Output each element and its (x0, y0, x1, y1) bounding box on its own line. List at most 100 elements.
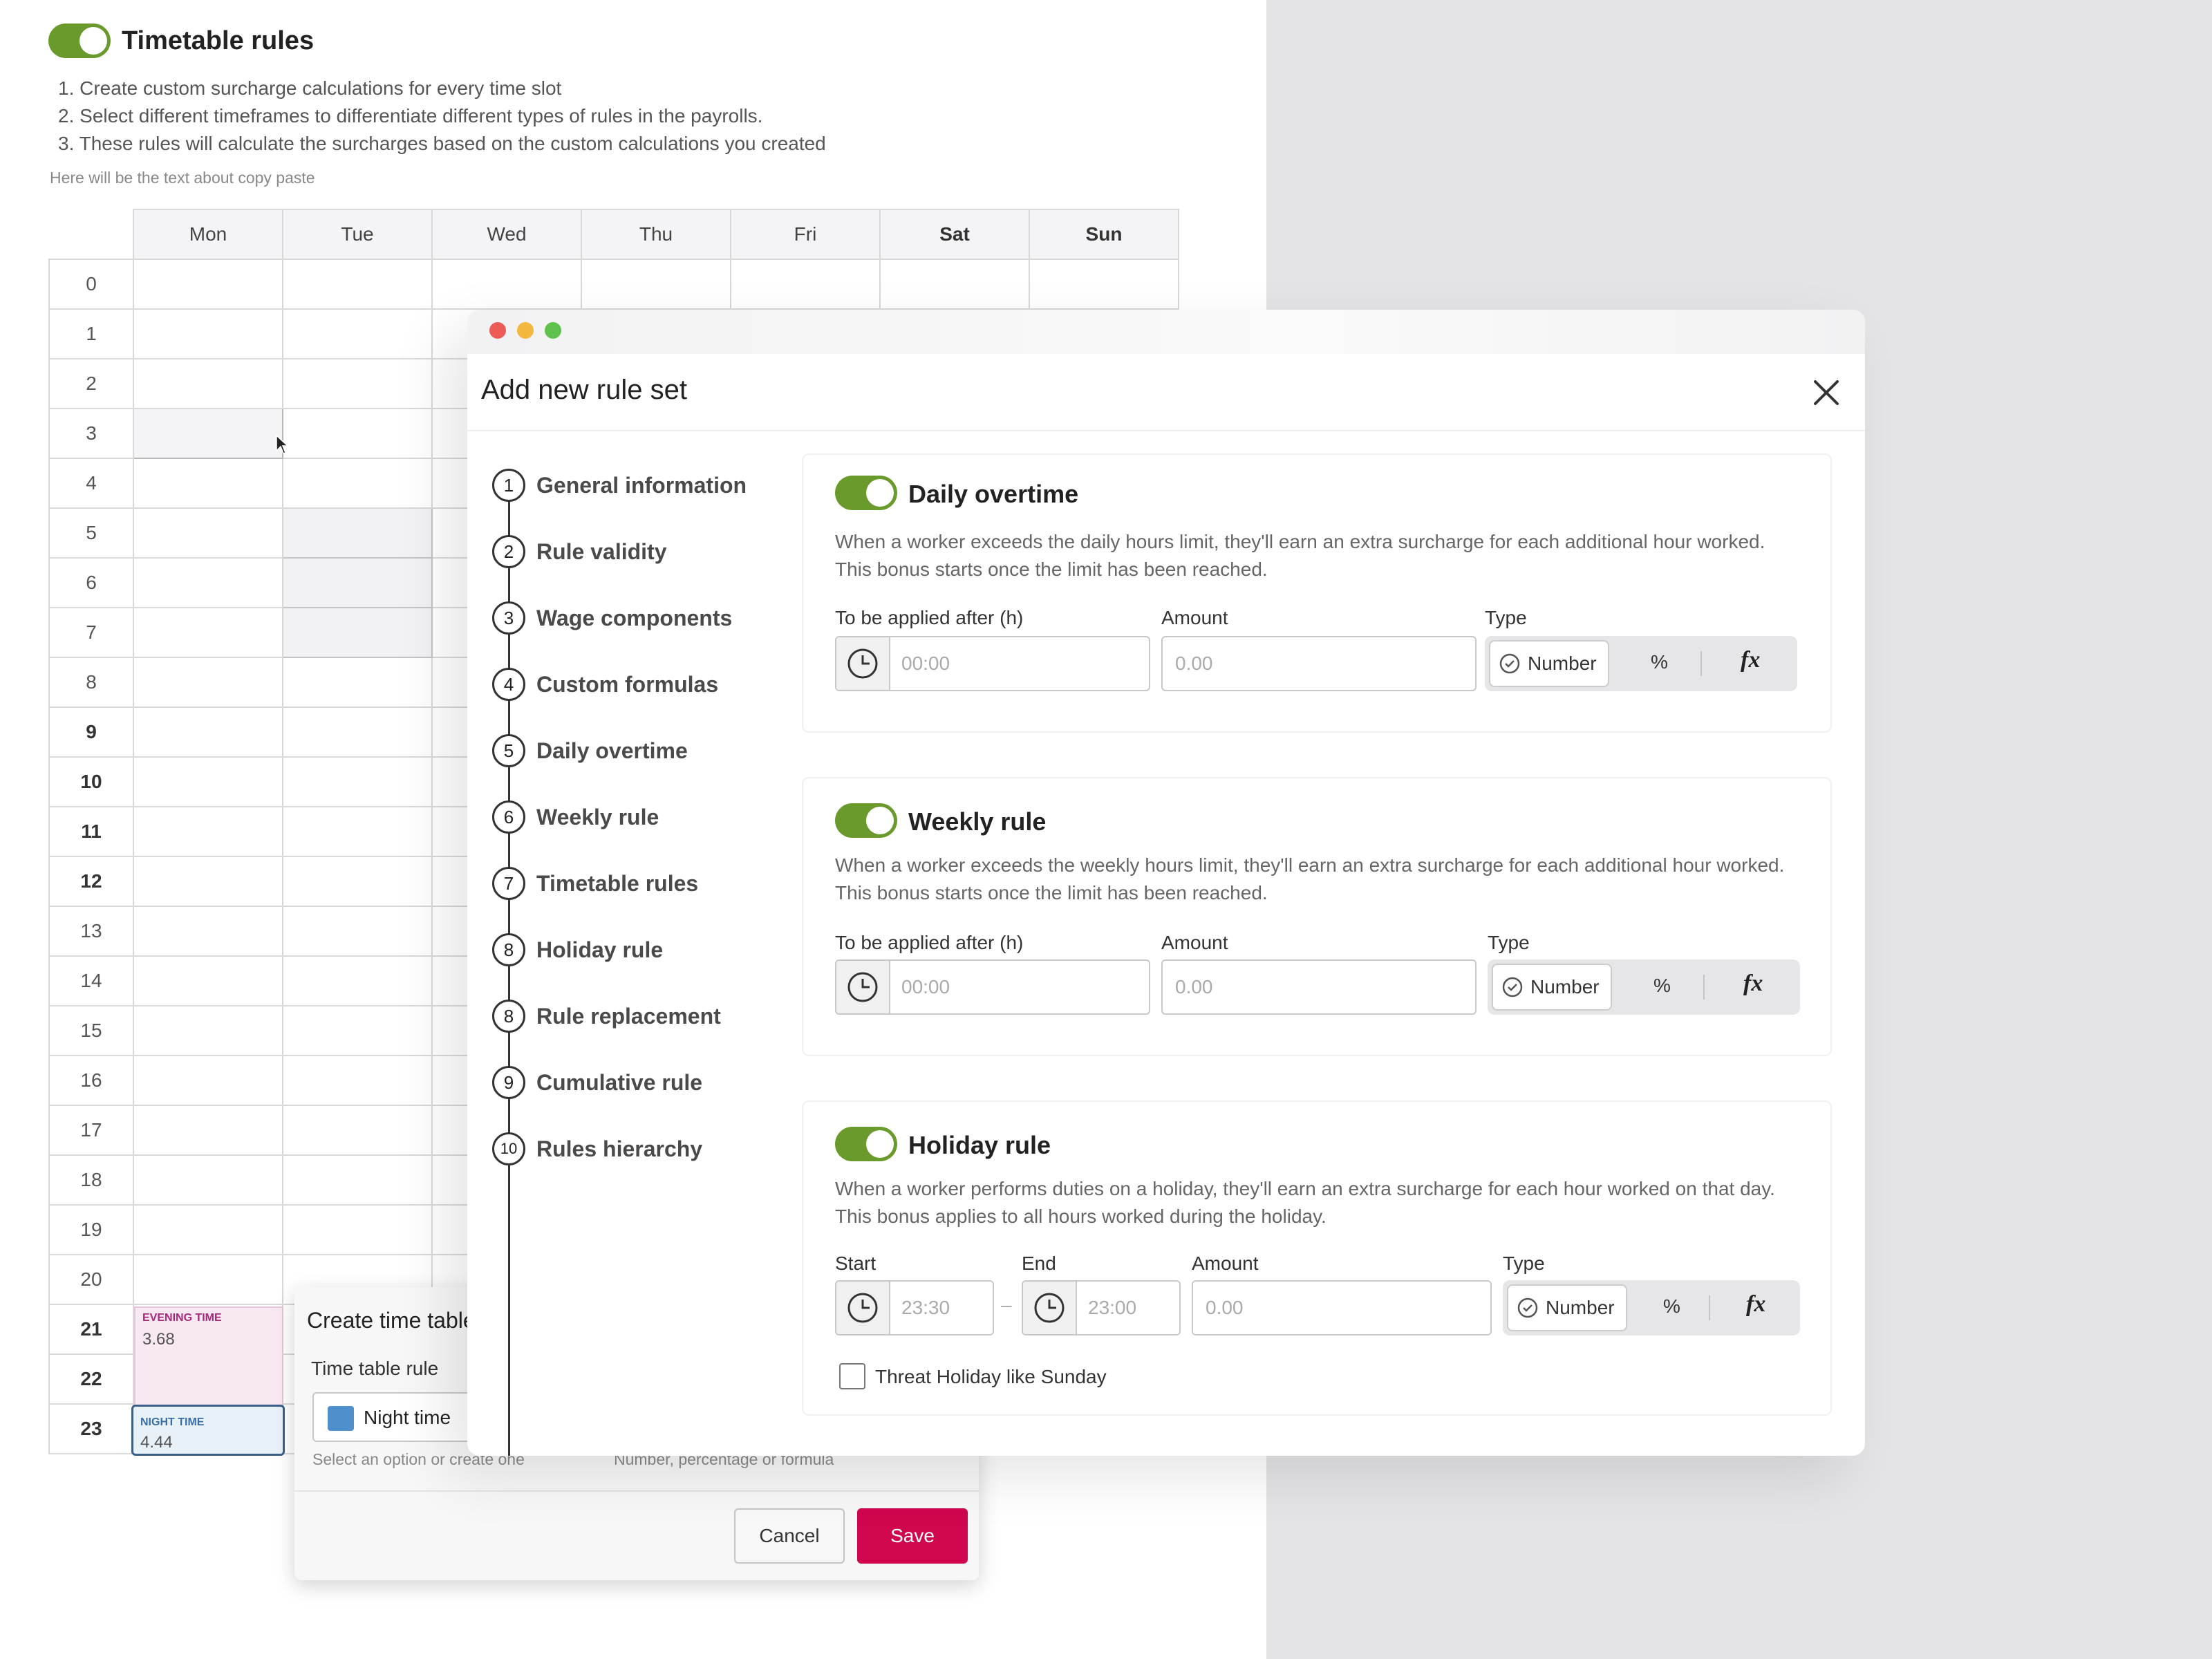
step-item[interactable]: 10 Rules hierarchy (492, 1132, 702, 1165)
type-selector[interactable]: Number % fx (1485, 636, 1797, 691)
type-selector[interactable]: Number % fx (1503, 1280, 1800, 1335)
end-time-input[interactable]: 23:00 (1022, 1280, 1181, 1335)
holiday-sunday-checkbox[interactable] (839, 1363, 865, 1389)
grid-cell[interactable] (282, 259, 433, 310)
grid-cell[interactable] (282, 308, 433, 359)
step-label: General information (536, 472, 747, 498)
grid-cell[interactable] (282, 507, 433, 559)
night-time-block[interactable]: NIGHT TIME 4.44 (131, 1405, 285, 1456)
grid-cell[interactable] (282, 856, 433, 907)
amount-input[interactable]: 0.00 (1161, 636, 1477, 691)
grid-cell[interactable] (133, 856, 283, 907)
grid-cell[interactable] (133, 358, 283, 409)
holiday-rule-toggle[interactable] (835, 1127, 897, 1161)
grid-cell[interactable] (282, 557, 433, 608)
grid-cell[interactable] (133, 1105, 283, 1156)
grid-cell[interactable] (133, 507, 283, 559)
grid-cell[interactable] (133, 1055, 283, 1106)
grid-cell[interactable] (133, 1154, 283, 1206)
evening-time-block[interactable]: EVENING TIME 3.68 (134, 1306, 283, 1406)
block-label: NIGHT TIME (140, 1416, 205, 1428)
step-item[interactable]: 8 Holiday rule (492, 933, 663, 966)
grid-cell[interactable] (133, 906, 283, 957)
type-number-option[interactable]: Number (1492, 964, 1612, 1011)
step-label: Custom formulas (536, 671, 719, 697)
grid-cell[interactable] (282, 408, 433, 459)
step-item[interactable]: 9 Cumulative rule (492, 1066, 702, 1099)
start-label: Start (835, 1253, 877, 1274)
type-percent-option[interactable]: % (1663, 1295, 1680, 1318)
card-description: When a worker exceeds the weekly hours l… (835, 854, 1785, 903)
type-selector[interactable]: Number % fx (1488, 959, 1800, 1015)
window-titlebar (467, 310, 1865, 354)
grid-cell[interactable] (133, 806, 283, 857)
step-item[interactable]: 5 Daily overtime (492, 734, 688, 767)
grid-cell[interactable] (133, 657, 283, 708)
type-percent-option[interactable]: % (1651, 651, 1668, 673)
start-time-input[interactable]: 23:30 (835, 1280, 994, 1335)
minimize-window-dot[interactable] (517, 322, 534, 339)
grid-cell[interactable] (133, 955, 283, 1006)
hour-label: 12 (48, 856, 134, 907)
step-number: 4 (492, 668, 525, 701)
grid-cell[interactable] (133, 557, 283, 608)
step-item[interactable]: 7 Timetable rules (492, 867, 698, 900)
grid-cell[interactable] (282, 955, 433, 1006)
grid-cell[interactable] (282, 657, 433, 708)
grid-cell[interactable] (282, 806, 433, 857)
after-time-input[interactable]: 00:00 (835, 636, 1150, 691)
grid-cell[interactable] (879, 259, 1030, 310)
close-icon[interactable] (1811, 377, 1841, 408)
grid-cell[interactable] (282, 1154, 433, 1206)
grid-cell[interactable] (133, 756, 283, 807)
grid-cell[interactable] (282, 1105, 433, 1156)
grid-cell[interactable] (133, 1005, 283, 1056)
amount-input[interactable]: 0.00 (1161, 959, 1477, 1015)
step-item[interactable]: 6 Weekly rule (492, 800, 659, 834)
grid-cell[interactable] (282, 358, 433, 409)
day-header-wed: Wed (431, 209, 582, 260)
grid-cell[interactable] (1029, 259, 1179, 310)
type-percent-option[interactable]: % (1653, 975, 1671, 997)
grid-cell[interactable] (431, 259, 582, 310)
weekly-rule-toggle[interactable] (835, 803, 897, 838)
type-formula-option[interactable]: fx (1741, 647, 1760, 673)
close-window-dot[interactable] (489, 322, 506, 339)
grid-cell[interactable] (133, 607, 283, 658)
grid-cell[interactable] (133, 408, 283, 459)
grid-cell[interactable] (282, 906, 433, 957)
cancel-button[interactable]: Cancel (734, 1508, 845, 1564)
grid-cell[interactable] (730, 259, 881, 310)
grid-cell[interactable] (133, 706, 283, 758)
grid-cell[interactable] (581, 259, 731, 310)
grid-cell[interactable] (133, 259, 283, 310)
after-time-input[interactable]: 00:00 (835, 959, 1150, 1015)
type-number-option[interactable]: Number (1489, 640, 1609, 687)
grid-cell[interactable] (282, 607, 433, 658)
daily-overtime-toggle[interactable] (835, 476, 897, 510)
type-formula-option[interactable]: fx (1743, 971, 1763, 997)
timetable-rules-toggle[interactable] (48, 24, 111, 58)
grid-cell[interactable] (133, 1204, 283, 1255)
amount-input[interactable]: 0.00 (1192, 1280, 1492, 1335)
step-label: Weekly rule (536, 804, 659, 830)
maximize-window-dot[interactable] (545, 322, 561, 339)
step-item[interactable]: 1 General information (492, 469, 747, 502)
grid-cell[interactable] (282, 1055, 433, 1106)
type-formula-option[interactable]: fx (1746, 1291, 1765, 1318)
step-item[interactable]: 3 Wage components (492, 601, 732, 635)
step-number: 7 (492, 867, 525, 900)
grid-cell[interactable] (282, 756, 433, 807)
grid-cell[interactable] (133, 458, 283, 509)
type-number-option[interactable]: Number (1507, 1284, 1627, 1331)
step-item[interactable]: 8 Rule replacement (492, 1000, 721, 1033)
step-item[interactable]: 2 Rule validity (492, 535, 667, 568)
grid-cell[interactable] (133, 1254, 283, 1305)
save-button[interactable]: Save (857, 1508, 968, 1564)
step-item[interactable]: 4 Custom formulas (492, 668, 718, 701)
grid-cell[interactable] (282, 458, 433, 509)
grid-cell[interactable] (133, 308, 283, 359)
grid-cell[interactable] (282, 1204, 433, 1255)
grid-cell[interactable] (282, 1005, 433, 1056)
grid-cell[interactable] (282, 706, 433, 758)
